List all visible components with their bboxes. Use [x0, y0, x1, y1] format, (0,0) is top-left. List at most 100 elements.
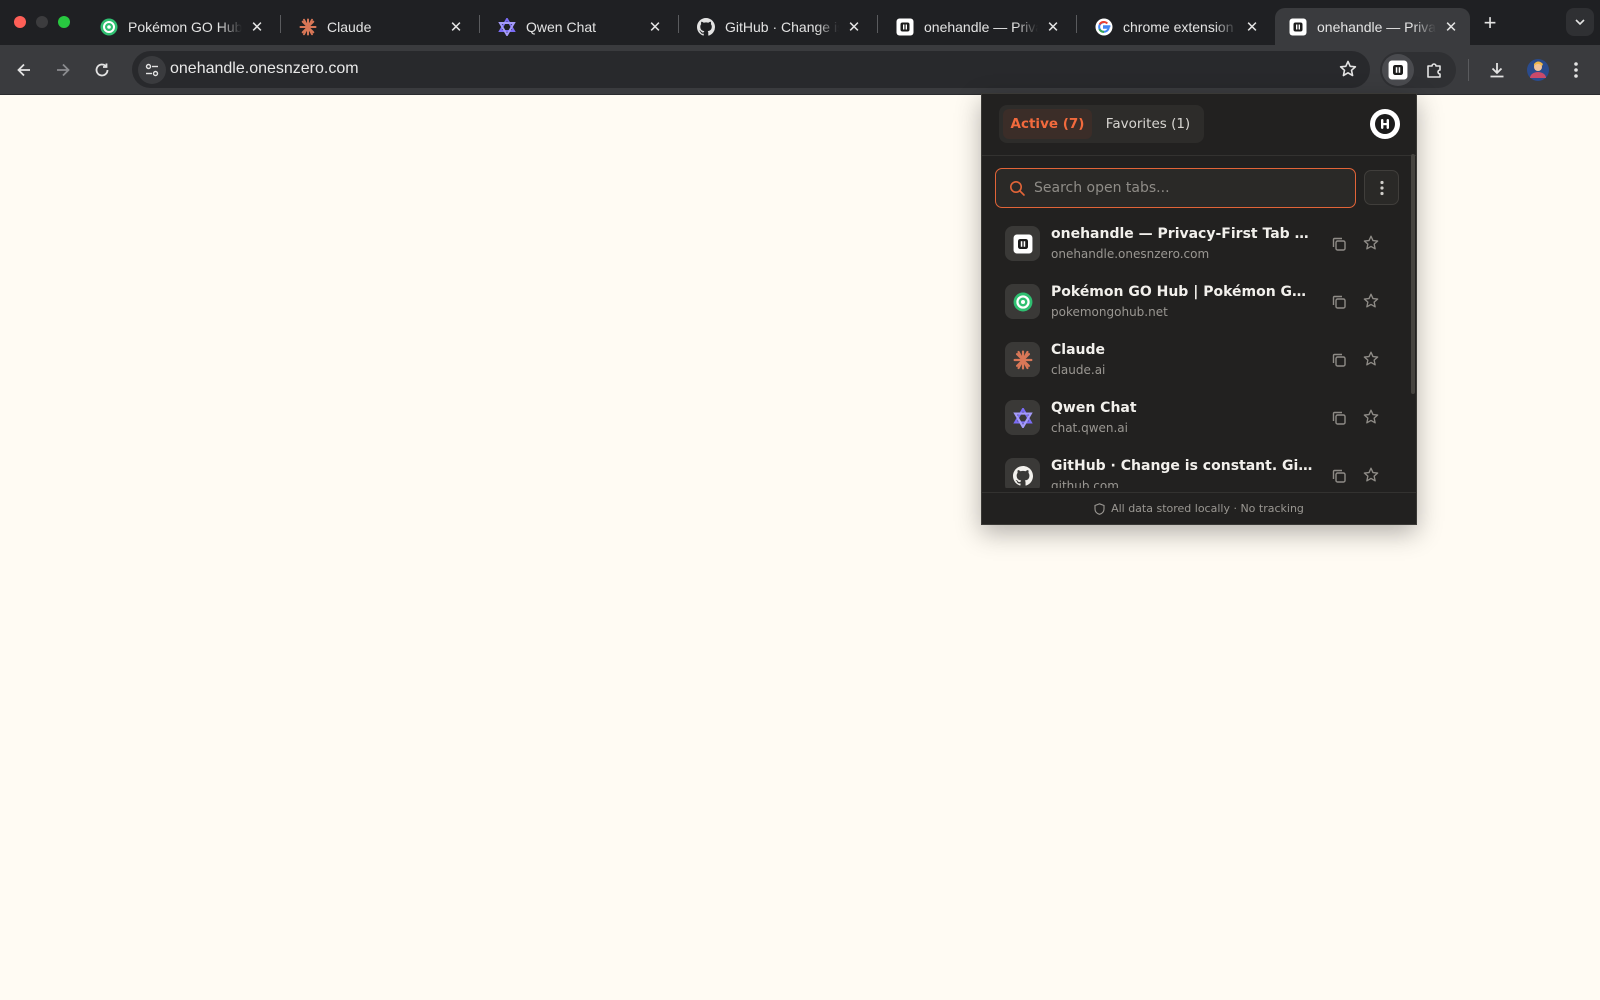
extensions-puzzle-icon[interactable]: [1420, 56, 1448, 84]
list-item[interactable]: Claude claude.ai: [982, 332, 1408, 390]
tab-favorites[interactable]: Favorites (1): [1096, 109, 1200, 139]
copy-icon[interactable]: [1329, 466, 1349, 486]
list-item[interactable]: onehandle — Privacy-First Tab Manager on…: [982, 216, 1408, 274]
browser-tab[interactable]: Claude ✕: [285, 8, 475, 45]
download-icon: [1490, 63, 1504, 78]
back-arrow-icon: [17, 63, 30, 77]
tab-divider: [678, 15, 679, 33]
browser-tab[interactable]: onehandle — Privac ✕: [882, 8, 1072, 45]
tab-title: Qwen Chat: [526, 18, 597, 35]
tab-title: Claude: [327, 18, 372, 35]
favorite-star-icon[interactable]: [1361, 349, 1381, 369]
copy-icon[interactable]: [1329, 408, 1349, 428]
toolbar-divider: [1468, 59, 1469, 81]
favorite-star-icon[interactable]: [1361, 465, 1381, 485]
tab-close-icon[interactable]: ✕: [1243, 18, 1261, 36]
copy-icon[interactable]: [1329, 350, 1349, 370]
github-icon: [697, 17, 715, 36]
tab-divider: [479, 15, 480, 33]
browser-tab[interactable]: chrome extension - ✕: [1081, 8, 1271, 45]
scrollbar-thumb[interactable]: [1411, 154, 1415, 394]
tab-divider: [280, 15, 281, 33]
item-title: Pokémon GO Hub | Pokémon GO News: [1051, 284, 1313, 300]
tab-title: chrome extension -: [1123, 18, 1237, 35]
list-item[interactable]: Qwen Chat chat.qwen.ai: [982, 390, 1408, 448]
tab-title: Pokémon GO Hub |: [128, 18, 242, 35]
item-domain: chat.qwen.ai: [1051, 421, 1128, 435]
qwen-icon: [498, 17, 516, 36]
item-domain: claude.ai: [1051, 363, 1106, 377]
onehandle-icon: [1388, 60, 1408, 80]
reload-button[interactable]: [90, 58, 114, 82]
list-scrollbar[interactable]: [1411, 154, 1415, 490]
copy-icon[interactable]: [1329, 234, 1349, 254]
onehandle-icon: [896, 18, 914, 36]
browser-tab[interactable]: Qwen Chat ✕: [484, 8, 674, 45]
onehandle-logo-icon: [1375, 114, 1395, 134]
favorite-star-icon[interactable]: [1361, 407, 1381, 427]
privacy-note: All data stored locally · No tracking: [1111, 502, 1304, 515]
download-button[interactable]: [1485, 58, 1509, 82]
tab-title: GitHub · Change is: [725, 18, 839, 35]
extensions-group: [1380, 52, 1456, 88]
forward-button[interactable]: [51, 58, 75, 82]
browser-tab[interactable]: GitHub · Change is ✕: [683, 8, 873, 45]
close-window-button[interactable]: [14, 16, 26, 28]
back-button[interactable]: [12, 58, 36, 82]
pokemon-go-hub-icon: [100, 18, 118, 36]
tab-close-icon[interactable]: ✕: [248, 18, 266, 36]
item-title: onehandle — Privacy-First Tab Manager: [1051, 226, 1313, 242]
item-title: Claude: [1051, 342, 1106, 358]
more-vertical-icon: [1574, 62, 1578, 78]
item-domain: github.com: [1051, 479, 1119, 488]
copy-icon[interactable]: [1329, 292, 1349, 312]
browser-tab-active[interactable]: onehandle — Privac ✕: [1275, 8, 1470, 45]
onehandle-logo-button[interactable]: [1370, 109, 1400, 139]
google-icon: [1095, 18, 1113, 36]
tab-close-icon[interactable]: ✕: [1044, 18, 1062, 36]
popup-footer: All data stored locally · No tracking: [982, 492, 1416, 524]
onehandle-icon: [1289, 18, 1307, 36]
github-icon: [1005, 458, 1040, 488]
browser-tab[interactable]: Pokémon GO Hub | ✕: [86, 8, 276, 45]
list-item[interactable]: Pokémon GO Hub | Pokémon GO News pokemon…: [982, 274, 1408, 332]
avatar-icon: [1527, 59, 1549, 81]
onehandle-extension-button[interactable]: [1382, 54, 1414, 86]
onehandle-popup: Active (7) Favorites (1) onehandle — Pri…: [981, 93, 1417, 525]
profile-avatar[interactable]: [1526, 58, 1550, 82]
pokemon-go-hub-icon: [1005, 284, 1040, 319]
tab-list: onehandle — Privacy-First Tab Manager on…: [982, 216, 1408, 488]
favorite-star-icon[interactable]: [1361, 233, 1381, 253]
item-domain: pokemongohub.net: [1051, 305, 1168, 319]
claude-icon: [299, 18, 317, 36]
item-domain: onehandle.onesnzero.com: [1051, 247, 1210, 261]
reload-icon: [95, 63, 109, 77]
minimize-window-button[interactable]: [36, 16, 48, 28]
url-text: onehandle.onesnzero.com: [170, 60, 359, 77]
claude-icon: [1005, 342, 1040, 377]
favorite-star-icon[interactable]: [1361, 291, 1381, 311]
site-info-icon[interactable]: [138, 56, 166, 84]
bookmark-star-icon[interactable]: [1338, 59, 1358, 84]
forward-arrow-icon: [57, 63, 70, 77]
address-bar[interactable]: onehandle.onesnzero.com: [132, 51, 1370, 88]
item-title: Qwen Chat: [1051, 400, 1137, 416]
onehandle-icon: [1005, 226, 1040, 261]
more-vertical-icon: [1379, 180, 1384, 195]
tab-close-icon[interactable]: ✕: [447, 18, 465, 36]
tab-close-icon[interactable]: ✕: [646, 18, 664, 36]
maximize-window-button[interactable]: [58, 16, 70, 28]
tab-search-button[interactable]: [1566, 8, 1594, 36]
chrome-menu-button[interactable]: [1564, 58, 1588, 82]
more-options-button[interactable]: [1364, 170, 1399, 205]
new-tab-button[interactable]: +: [1477, 10, 1503, 36]
tab-close-icon[interactable]: ✕: [845, 18, 863, 36]
shield-icon: [1094, 502, 1105, 515]
item-title: GitHub · Change is constant. GitHub keep…: [1051, 458, 1313, 474]
tab-active[interactable]: Active (7): [1003, 109, 1092, 139]
list-item[interactable]: GitHub · Change is constant. GitHub keep…: [982, 448, 1408, 488]
chevron-down-icon: [1575, 19, 1585, 26]
search-input[interactable]: [1034, 169, 1344, 206]
tab-close-icon[interactable]: ✕: [1442, 18, 1460, 36]
browser-toolbar: onehandle.onesnzero.com: [0, 45, 1600, 95]
